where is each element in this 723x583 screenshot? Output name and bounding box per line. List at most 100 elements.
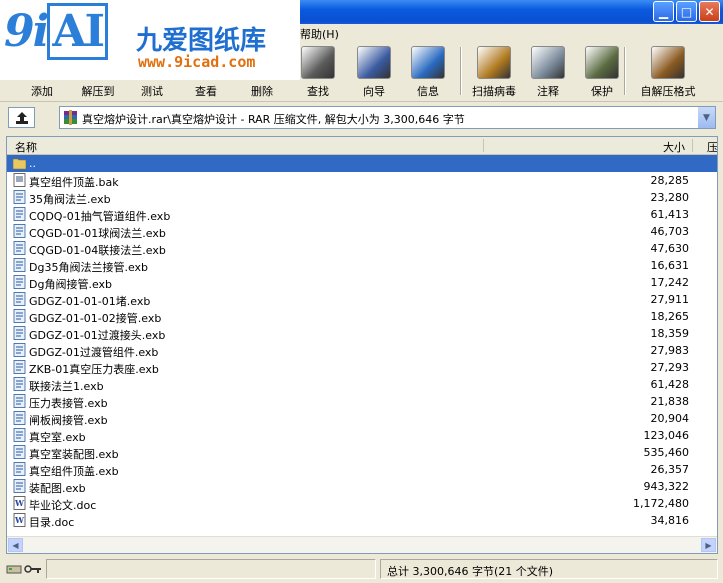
toolbar-button-wizard[interactable]: 向导 (356, 43, 392, 99)
up-folder-button[interactable] (8, 107, 35, 128)
parent-folder-label: .. (29, 157, 36, 170)
file-row[interactable]: CQDQ-01抽气管道组件.exb 61,413 (7, 206, 717, 223)
horizontal-scrollbar[interactable]: ◀ ▶ (7, 536, 717, 553)
maximize-icon: □ (680, 4, 693, 19)
toolbar-button-label: 向导 (363, 85, 385, 98)
file-size: 23,280 (650, 191, 690, 204)
exb-drawing-icon (13, 241, 26, 255)
file-name: CQDQ-01抽气管道组件.exb (29, 210, 171, 223)
svg-text:W: W (14, 498, 25, 508)
file-name: Dg角阀接管.exb (29, 278, 113, 291)
file-size: 61,428 (650, 378, 690, 391)
toolbar-button-virus-scan[interactable]: 扫描病毒 (466, 43, 522, 99)
toolbar-button-comment[interactable]: 注释 (530, 43, 566, 99)
file-name: 真空组件顶盖.bak (29, 176, 119, 189)
file-size: 1,172,480 (633, 497, 689, 510)
toolbar-button-info[interactable]: 信息 (410, 43, 446, 99)
file-row[interactable]: ZKB-01真空压力表座.exb 27,293 (7, 359, 717, 376)
file-row[interactable]: W 毕业论文.doc 1,172,480 (7, 495, 717, 512)
scroll-left-button[interactable]: ◀ (8, 538, 23, 552)
window-controls: ▁ □ ✕ (653, 1, 720, 22)
file-name: 装配图.exb (29, 482, 86, 495)
status-pane-left (46, 559, 376, 579)
file-row[interactable]: W 目录.doc 34,816 (7, 512, 717, 529)
file-row[interactable]: Dg角阀接管.exb 17,242 (7, 274, 717, 291)
file-row[interactable]: 联接法兰1.exb 61,428 (7, 376, 717, 393)
file-name: 毕业论文.doc (29, 499, 97, 512)
file-row[interactable]: GDGZ-01-01过渡接头.exb 18,359 (7, 325, 717, 342)
toolbar-button-label: 保护 (591, 85, 613, 98)
file-row[interactable]: 真空室.exb 123,046 (7, 427, 717, 444)
file-row[interactable]: GDGZ-01过渡管组件.exb 27,983 (7, 342, 717, 359)
sfx-icon (651, 46, 685, 79)
file-name: 真空组件顶盖.exb (29, 465, 119, 478)
status-bar: 总计 3,300,646 字节(21 个文件) (0, 557, 723, 583)
folder-icon (13, 158, 26, 170)
file-row[interactable]: CQGD-01-04联接法兰.exb 47,630 (7, 240, 717, 257)
file-size: 123,046 (643, 429, 690, 442)
toolbar-button-sfx[interactable]: 自解压格式 (636, 43, 700, 99)
file-row[interactable]: GDGZ-01-01-01堵.exb 27,911 (7, 291, 717, 308)
logo-mark-icon: 9i AI (4, 3, 109, 60)
exb-drawing-icon (13, 445, 26, 459)
wizard-icon (357, 46, 391, 79)
file-row[interactable]: Dg35角阀法兰接管.exb 16,631 (7, 257, 717, 274)
file-size: 943,322 (643, 480, 690, 493)
exb-drawing-icon (13, 275, 26, 289)
file-row[interactable]: GDGZ-01-01-02接管.exb 18,265 (7, 308, 717, 325)
close-button[interactable]: ✕ (699, 1, 720, 22)
file-row[interactable]: 压力表接管.exb 21,838 (7, 393, 717, 410)
file-size: 47,630 (650, 242, 690, 255)
minimize-button[interactable]: ▁ (653, 1, 674, 22)
toolbar-button-label: 删除 (251, 85, 273, 98)
path-dropdown-button[interactable]: ▼ (698, 107, 715, 128)
file-name: 联接法兰1.exb (29, 380, 104, 393)
toolbar-separator (624, 47, 626, 95)
column-divider[interactable] (692, 139, 693, 152)
file-row[interactable]: 装配图.exb 943,322 (7, 478, 717, 495)
file-name: 目录.doc (29, 516, 75, 529)
file-size: 535,460 (643, 446, 690, 459)
exb-drawing-icon (13, 479, 26, 493)
binoculars-icon (301, 46, 335, 79)
path-bar: 真空熔炉设计.rar\真空熔炉设计 - RAR 压缩文件, 解包大小为 3,30… (0, 104, 723, 132)
parent-folder-row[interactable]: .. (7, 155, 717, 172)
file-row[interactable]: 闸板阀接管.exb 20,904 (7, 410, 717, 427)
scroll-right-button[interactable]: ▶ (701, 538, 716, 552)
chevron-down-icon: ▼ (703, 112, 710, 123)
file-row[interactable]: 真空组件顶盖.bak 28,285 (7, 172, 717, 189)
column-header-packed[interactable]: 压 (707, 139, 717, 155)
file-row[interactable]: 35角阀法兰.exb 23,280 (7, 189, 717, 206)
toolbar-button-label: 扫描病毒 (472, 85, 516, 98)
close-icon: ✕ (704, 4, 715, 19)
file-row[interactable]: CQGD-01-01球阀法兰.exb 46,703 (7, 223, 717, 240)
file-row[interactable]: 真空室装配图.exb 535,460 (7, 444, 717, 461)
path-combobox[interactable]: 真空熔炉设计.rar\真空熔炉设计 - RAR 压缩文件, 解包大小为 3,30… (59, 106, 716, 129)
minimize-icon: ▁ (658, 4, 669, 19)
toolbar-button-binoculars[interactable]: 查找 (300, 43, 336, 99)
file-size: 28,285 (650, 174, 690, 187)
column-divider[interactable] (483, 139, 484, 152)
menu-help[interactable]: 帮助(H) (300, 26, 339, 42)
chevron-left-icon: ◀ (12, 540, 19, 550)
logo-url: www.9icad.com (138, 53, 256, 71)
file-size: 16,631 (650, 259, 690, 272)
column-header-name[interactable]: 名称 (15, 139, 37, 155)
file-list[interactable]: 名称 大小 压 .. 真空组件顶盖.bak 28,285 35角阀法兰.exb 23,2… (6, 136, 718, 554)
exb-drawing-icon (13, 326, 26, 340)
svg-text:W: W (14, 515, 25, 525)
column-header-size[interactable]: 大小 (663, 139, 685, 155)
file-size: 27,293 (650, 361, 690, 374)
maximize-button[interactable]: □ (676, 1, 697, 22)
path-text: 真空熔炉设计.rar\真空熔炉设计 - RAR 压缩文件, 解包大小为 3,30… (82, 113, 465, 126)
file-row[interactable]: 真空组件顶盖.exb 26,357 (7, 461, 717, 478)
toolbar-button-shield[interactable]: 保护 (584, 43, 620, 99)
file-size: 27,911 (650, 293, 690, 306)
toolbar-button-label: 测试 (141, 85, 163, 98)
status-pane-right: 总计 3,300,646 字节(21 个文件) (380, 559, 718, 579)
file-name: GDGZ-01-01-01堵.exb (29, 295, 151, 308)
toolbar-button-label: 自解压格式 (640, 85, 696, 98)
exb-drawing-icon (13, 258, 26, 272)
logo-text: 九爱图纸库 (136, 26, 267, 56)
file-size: 34,816 (650, 514, 690, 527)
